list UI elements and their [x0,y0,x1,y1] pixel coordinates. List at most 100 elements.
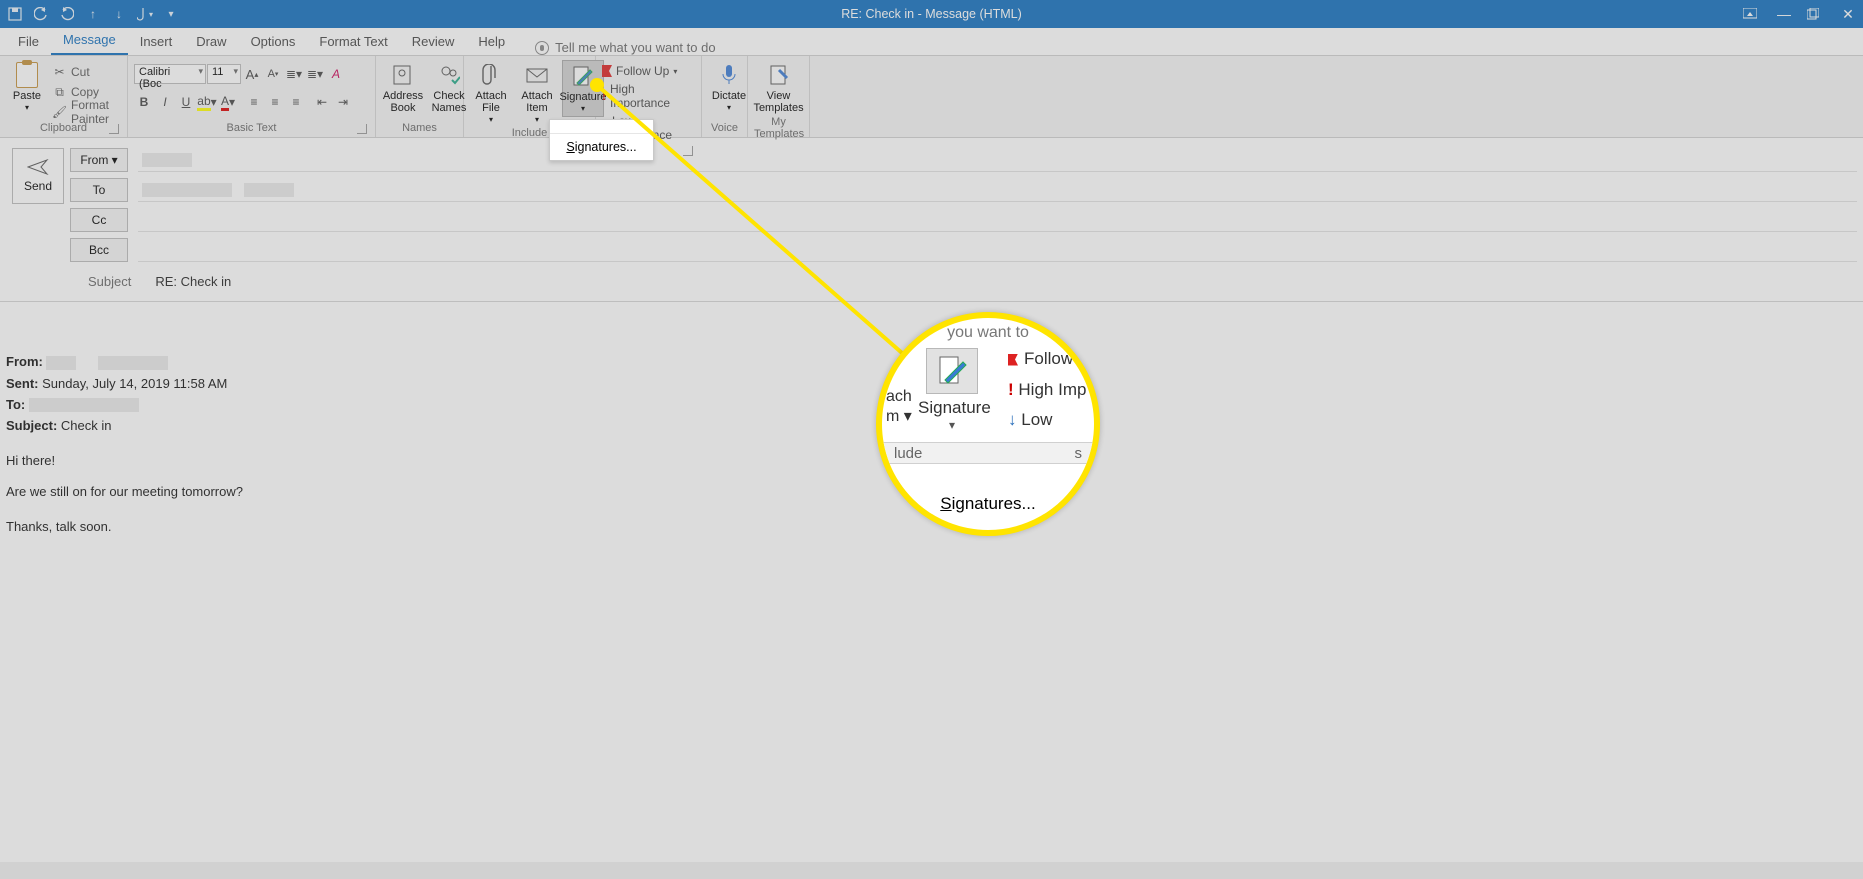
paste-button[interactable]: Paste ▾ [6,60,48,115]
paste-icon [16,62,38,88]
lightbulb-icon [535,41,549,55]
clipboard-launcher-icon[interactable] [109,124,119,134]
names-group-label: Names [402,122,437,134]
minimize-icon[interactable]: — [1775,6,1793,22]
from-field[interactable] [138,148,1857,172]
shrink-font-button[interactable]: A▾ [263,64,283,84]
tab-message[interactable]: Message [51,28,128,55]
clipboard-group-label: Clipboard [40,122,87,134]
clear-format-button[interactable]: A [326,64,346,84]
group-basictext: Calibri (Boc 11 A▴ A▾ ≣▾ ≣▾ A B I U ab▾ … [128,56,376,137]
signatures-menu-item[interactable]: Signatures... [550,134,653,160]
tab-draw[interactable]: Draw [184,30,238,55]
align-right-button[interactable]: ≡ [286,92,306,112]
high-importance-button[interactable]: ! High Importance [602,80,695,112]
bcc-button[interactable]: Bcc [70,238,128,262]
zoom-tellme-text: you want to [882,324,1094,342]
paste-label: Paste [13,90,41,102]
address-book-button[interactable]: Address Book [382,60,424,116]
envelope-icon [524,62,550,88]
bullets-button[interactable]: ≣▾ [284,64,304,84]
send-label: Send [24,179,52,193]
maximize-icon[interactable] [1807,8,1825,20]
attach-file-label: Attach File [475,90,506,114]
zoom-attach-fragment: ach m ▾ [886,388,912,426]
compose-header: Send From ▾ To Cc Bcc Subject RE: Ch [0,138,1863,302]
attach-qat-icon[interactable]: ▾ [136,5,154,23]
to-field[interactable] [138,178,1857,202]
tell-me-search[interactable]: Tell me what you want to do [535,40,715,55]
align-left-button[interactable]: ≡ [244,92,264,112]
bold-button[interactable]: B [134,92,154,112]
group-clipboard: Paste ▾ ✂Cut ⧉Copy 🖌Format Painter Clipb… [0,56,128,137]
tags-launcher-icon[interactable] [683,146,693,156]
cc-field[interactable] [138,208,1857,232]
copy-label: Copy [71,85,99,99]
check-names-icon [436,62,462,88]
attach-item-button[interactable]: Attach Item▾ [516,60,558,127]
outdent-button[interactable]: ⇤ [312,92,332,112]
redo-icon[interactable] [58,5,76,23]
tell-me-placeholder: Tell me what you want to do [555,40,715,55]
zoom-signature-icon [926,348,978,394]
format-painter-button[interactable]: 🖌Format Painter [52,102,121,122]
tab-formattext[interactable]: Format Text [307,30,399,55]
align-center-button[interactable]: ≡ [265,92,285,112]
qat-more-icon[interactable]: ▾ [162,5,180,23]
follow-up-button[interactable]: Follow Up▾ [602,62,677,80]
check-names-label: Check Names [432,90,467,114]
tab-review[interactable]: Review [400,30,467,55]
ribbon-display-icon[interactable] [1743,8,1761,20]
italic-button[interactable]: I [155,92,175,112]
down-arrow-icon[interactable]: ↓ [110,5,128,23]
font-size-select[interactable]: 11 [207,64,241,84]
group-templates: View Templates My Templates [748,56,810,137]
ribbon: Paste ▾ ✂Cut ⧉Copy 🖌Format Painter Clipb… [0,56,1863,138]
zoom-excl-icon: ! [1008,380,1014,399]
zoom-include-fragment: lude [894,445,922,462]
paperclip-icon [478,62,504,88]
group-voice: Dictate▾ Voice [702,56,748,137]
highlight-button[interactable]: ab▾ [197,92,217,112]
templates-group-label: My Templates [754,116,804,140]
group-names: Address Book Check Names Names [376,56,464,137]
view-templates-label: View Templates [753,90,803,114]
high-importance-label: High Importance [610,82,695,110]
from-button[interactable]: From ▾ [70,148,128,172]
basictext-launcher-icon[interactable] [357,124,367,134]
scissors-icon: ✂ [52,65,67,79]
tab-file[interactable]: File [6,30,51,55]
callout-zoom-circle: you want to ach m ▾ Signature ▾ Follow !… [876,312,1100,536]
signature-menu-blank[interactable] [550,120,653,134]
zoom-dropdown-fragment: ludes Signatures... [882,442,1094,514]
close-icon[interactable]: ✕ [1839,6,1857,23]
attach-item-label: Attach Item [521,90,552,114]
grow-font-button[interactable]: A▴ [242,64,262,84]
tab-options[interactable]: Options [239,30,308,55]
attach-file-button[interactable]: Attach File▾ [470,60,512,127]
address-book-label: Address Book [383,90,423,114]
font-name-select[interactable]: Calibri (Boc [134,64,206,84]
subject-field[interactable]: RE: Check in [155,274,231,289]
undo-icon[interactable] [32,5,50,23]
numbering-button[interactable]: ≣▾ [305,64,325,84]
send-button[interactable]: Send [12,148,64,204]
cut-button[interactable]: ✂Cut [52,62,121,82]
up-arrow-icon[interactable]: ↑ [84,5,102,23]
callout-dot [590,78,604,92]
font-color-button[interactable]: A▾ [218,92,238,112]
zoom-signature-button: Signature ▾ [918,348,986,432]
view-templates-button[interactable]: View Templates [754,60,803,116]
tab-help[interactable]: Help [466,30,517,55]
exclaim-icon: ! [602,89,606,103]
save-icon[interactable] [6,5,24,23]
tab-insert[interactable]: Insert [128,30,185,55]
quick-access-toolbar: ↑ ↓ ▾ ▾ [0,5,180,23]
to-button[interactable]: To [70,178,128,202]
flag-icon [602,65,612,77]
underline-button[interactable]: U [176,92,196,112]
cc-button[interactable]: Cc [70,208,128,232]
bcc-field[interactable] [138,238,1857,262]
indent-button[interactable]: ⇥ [333,92,353,112]
dictate-button[interactable]: Dictate▾ [708,60,750,115]
